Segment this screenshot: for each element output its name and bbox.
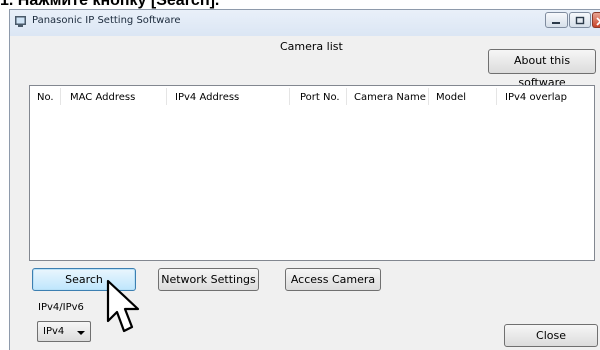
minimize-button[interactable] <box>545 12 568 28</box>
column-header-model[interactable]: Model <box>436 92 466 103</box>
column-header-camera-name[interactable]: Camera Name <box>354 92 426 103</box>
close-button[interactable]: Close <box>504 324 598 347</box>
minimize-icon <box>552 22 560 24</box>
maximize-button[interactable] <box>569 12 591 28</box>
close-window-button[interactable] <box>592 12 600 28</box>
column-divider[interactable] <box>289 88 290 105</box>
app-icon <box>15 16 26 27</box>
camera-table[interactable]: No. MAC Address IPv4 Address Port No. Ca… <box>29 85 595 261</box>
column-header-ipv4-overlap[interactable]: IPv4 overlap <box>505 92 567 103</box>
about-software-button[interactable]: About this software <box>488 49 596 89</box>
app-window: Panasonic IP Setting Software Camera lis… <box>9 9 600 350</box>
column-divider[interactable] <box>60 88 61 105</box>
access-camera-button[interactable]: Access Camera <box>285 268 381 291</box>
network-settings-button[interactable]: Network Settings <box>158 268 259 291</box>
column-divider[interactable] <box>496 88 497 105</box>
window-title: Panasonic IP Setting Software <box>32 15 181 26</box>
column-divider[interactable] <box>166 88 167 105</box>
title-bar: Panasonic IP Setting Software <box>10 10 600 36</box>
instruction-caption: 1. Нажмите кнопку [Search]. <box>0 0 220 9</box>
column-divider[interactable] <box>346 88 347 105</box>
column-divider[interactable] <box>428 88 429 105</box>
camera-list-label: Camera list <box>280 40 343 53</box>
maximize-icon <box>575 16 585 25</box>
column-header-mac-address[interactable]: MAC Address <box>70 92 135 103</box>
column-header-port-no[interactable]: Port No. <box>300 92 340 103</box>
ip-mode-selected-value: IPv4 <box>43 326 65 337</box>
ip-mode-select[interactable]: IPv4 <box>37 321 91 342</box>
ip-mode-label: IPv4/IPv6 <box>38 302 84 313</box>
close-icon <box>596 17 600 26</box>
mouse-pointer-icon <box>106 279 140 333</box>
table-header: No. MAC Address IPv4 Address Port No. Ca… <box>30 86 594 107</box>
column-header-ipv4-address[interactable]: IPv4 Address <box>175 92 239 103</box>
column-header-no[interactable]: No. <box>37 92 54 103</box>
chevron-down-icon <box>77 331 85 335</box>
